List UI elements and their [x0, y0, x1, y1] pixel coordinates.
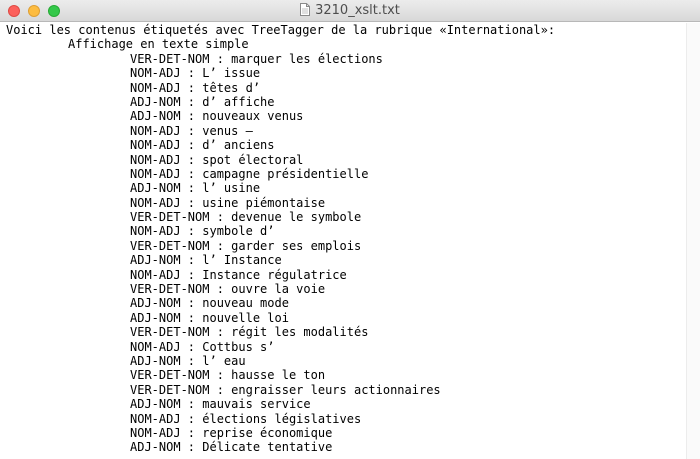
entry-line: NOM-ADJ : Cottbus s’: [130, 339, 275, 354]
entry-line: NOM-ADJ : L’ issue: [130, 66, 261, 81]
section-heading: Affichage en texte simple: [68, 37, 249, 52]
text-editor-area[interactable]: Voici les contenus étiquetés avec TreeTa…: [6, 23, 686, 459]
entry-line: NOM-ADJ : têtes d’: [130, 80, 261, 95]
entry-line: VER-DET-NOM : devenue le symbole: [130, 210, 362, 225]
entry-line: ADJ-NOM : l’ eau: [130, 353, 246, 368]
entry-line: NOM-ADJ : élections législatives: [130, 411, 362, 426]
text-document-icon: [300, 3, 311, 16]
entry-line: ADJ-NOM : nouveaux venus: [130, 109, 304, 124]
entry-line: ADJ-NOM : d’ affiche: [130, 94, 275, 109]
entry-line: ADJ-NOM : l’ usine: [130, 181, 261, 196]
entry-line: VER-DET-NOM : ouvre la voie: [130, 282, 326, 297]
window-title: 3210_xslt.txt: [315, 3, 400, 18]
entry-line: NOM-ADJ : spot électoral: [130, 152, 304, 167]
entry-line: ADJ-NOM : nouvelle loi: [130, 310, 289, 325]
intro-line: Voici les contenus étiquetés avec TreeTa…: [6, 23, 556, 37]
entry-line: NOM-ADJ : d’ anciens: [130, 138, 275, 153]
entry-line: ADJ-NOM : nouveau mode: [130, 296, 289, 311]
entries-list: VER-DET-NOM : marquer les élections NOM-A…: [6, 52, 686, 455]
entry-line: VER-DET-NOM : hausse le ton: [130, 368, 326, 383]
entry-line: NOM-ADJ : symbole d’: [130, 224, 275, 239]
entry-line: ADJ-NOM : l’ Instance: [130, 253, 282, 268]
entry-line: VER-DET-NOM : régit les modalités: [130, 325, 369, 340]
entry-line: ADJ-NOM : Délicate tentative: [130, 440, 333, 455]
entry-line: NOM-ADJ : campagne présidentielle: [130, 166, 369, 181]
entry-line: VER-DET-NOM : marquer les élections: [130, 51, 383, 66]
vertical-scrollbar[interactable]: [686, 23, 700, 459]
entry-line: VER-DET-NOM : garder ses emplois: [130, 238, 362, 253]
entry-line: ADJ-NOM : mauvais service: [130, 397, 311, 412]
textedit-window: 3210_xslt.txt Voici les contenus étiquet…: [0, 0, 700, 459]
title-bar[interactable]: 3210_xslt.txt: [0, 0, 700, 22]
entry-line: VER-DET-NOM : engraisser leurs actionnai…: [130, 382, 441, 397]
entry-line: NOM-ADJ : venus –: [130, 123, 253, 138]
entry-line: NOM-ADJ : Instance régulatrice: [130, 267, 347, 282]
window-title-area: 3210_xslt.txt: [0, 0, 700, 22]
entry-line: NOM-ADJ : usine piémontaise: [130, 195, 326, 210]
entry-line: NOM-ADJ : reprise économique: [130, 425, 333, 440]
